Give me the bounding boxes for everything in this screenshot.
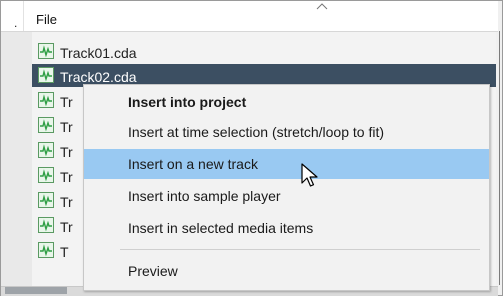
audio-track-icon <box>38 192 54 208</box>
audio-track-icon <box>38 242 54 258</box>
header-left-glyph: . <box>14 16 18 30</box>
mouse-pointer-icon <box>301 163 318 187</box>
menu-separator <box>120 249 480 250</box>
menu-item-label: Preview <box>128 263 178 279</box>
list-item-label: Tr <box>60 94 73 110</box>
pane-right-border <box>499 31 500 285</box>
list-gutter <box>1 32 32 286</box>
list-item-label: Tr <box>60 194 73 210</box>
list-item-label: Track01.cda <box>60 45 137 61</box>
scrollbar-thumb[interactable] <box>5 287 67 294</box>
audio-track-icon <box>38 43 54 59</box>
audio-track-icon <box>38 167 54 183</box>
menu-item-insert-into-sample-player[interactable]: Insert into sample player <box>84 181 489 211</box>
list-item-label: Tr <box>60 119 73 135</box>
menu-item-label: Insert on a new track <box>128 156 258 172</box>
menu-item-label: Insert into project <box>128 94 247 110</box>
menu-item-label: Insert into sample player <box>128 188 281 204</box>
list-item[interactable]: Track01.cda <box>32 40 496 63</box>
audio-track-icon <box>38 142 54 158</box>
menu-item-preview[interactable]: Preview <box>84 256 489 286</box>
menu-item-insert-on-new-track[interactable]: Insert on a new track <box>84 149 489 179</box>
list-item-label: Track02.cda <box>60 69 137 85</box>
audio-track-icon <box>38 117 54 133</box>
audio-track-icon <box>38 67 54 83</box>
header-left-column[interactable]: . <box>1 1 24 31</box>
menu-item-insert-into-project[interactable]: Insert into project <box>84 87 489 117</box>
audio-track-icon <box>38 217 54 233</box>
list-item-label: T <box>60 244 69 260</box>
menu-item-insert-at-time-selection[interactable]: Insert at time selection (stretch/loop t… <box>84 117 489 147</box>
list-item-label: Tr <box>60 219 73 235</box>
list-item-label: Tr <box>60 169 73 185</box>
context-menu: Insert into project Insert at time selec… <box>83 84 490 291</box>
menu-item-label: Insert in selected media items <box>128 220 314 236</box>
menu-item-label: Insert at time selection (stretch/loop t… <box>128 124 384 140</box>
sort-ascending-icon <box>316 3 328 10</box>
audio-track-icon <box>38 92 54 108</box>
menu-item-insert-in-selected-media-items[interactable]: Insert in selected media items <box>84 213 489 243</box>
list-header: . File <box>1 1 498 32</box>
column-header-file[interactable]: File <box>36 12 57 27</box>
list-item-label: Tr <box>60 144 73 160</box>
